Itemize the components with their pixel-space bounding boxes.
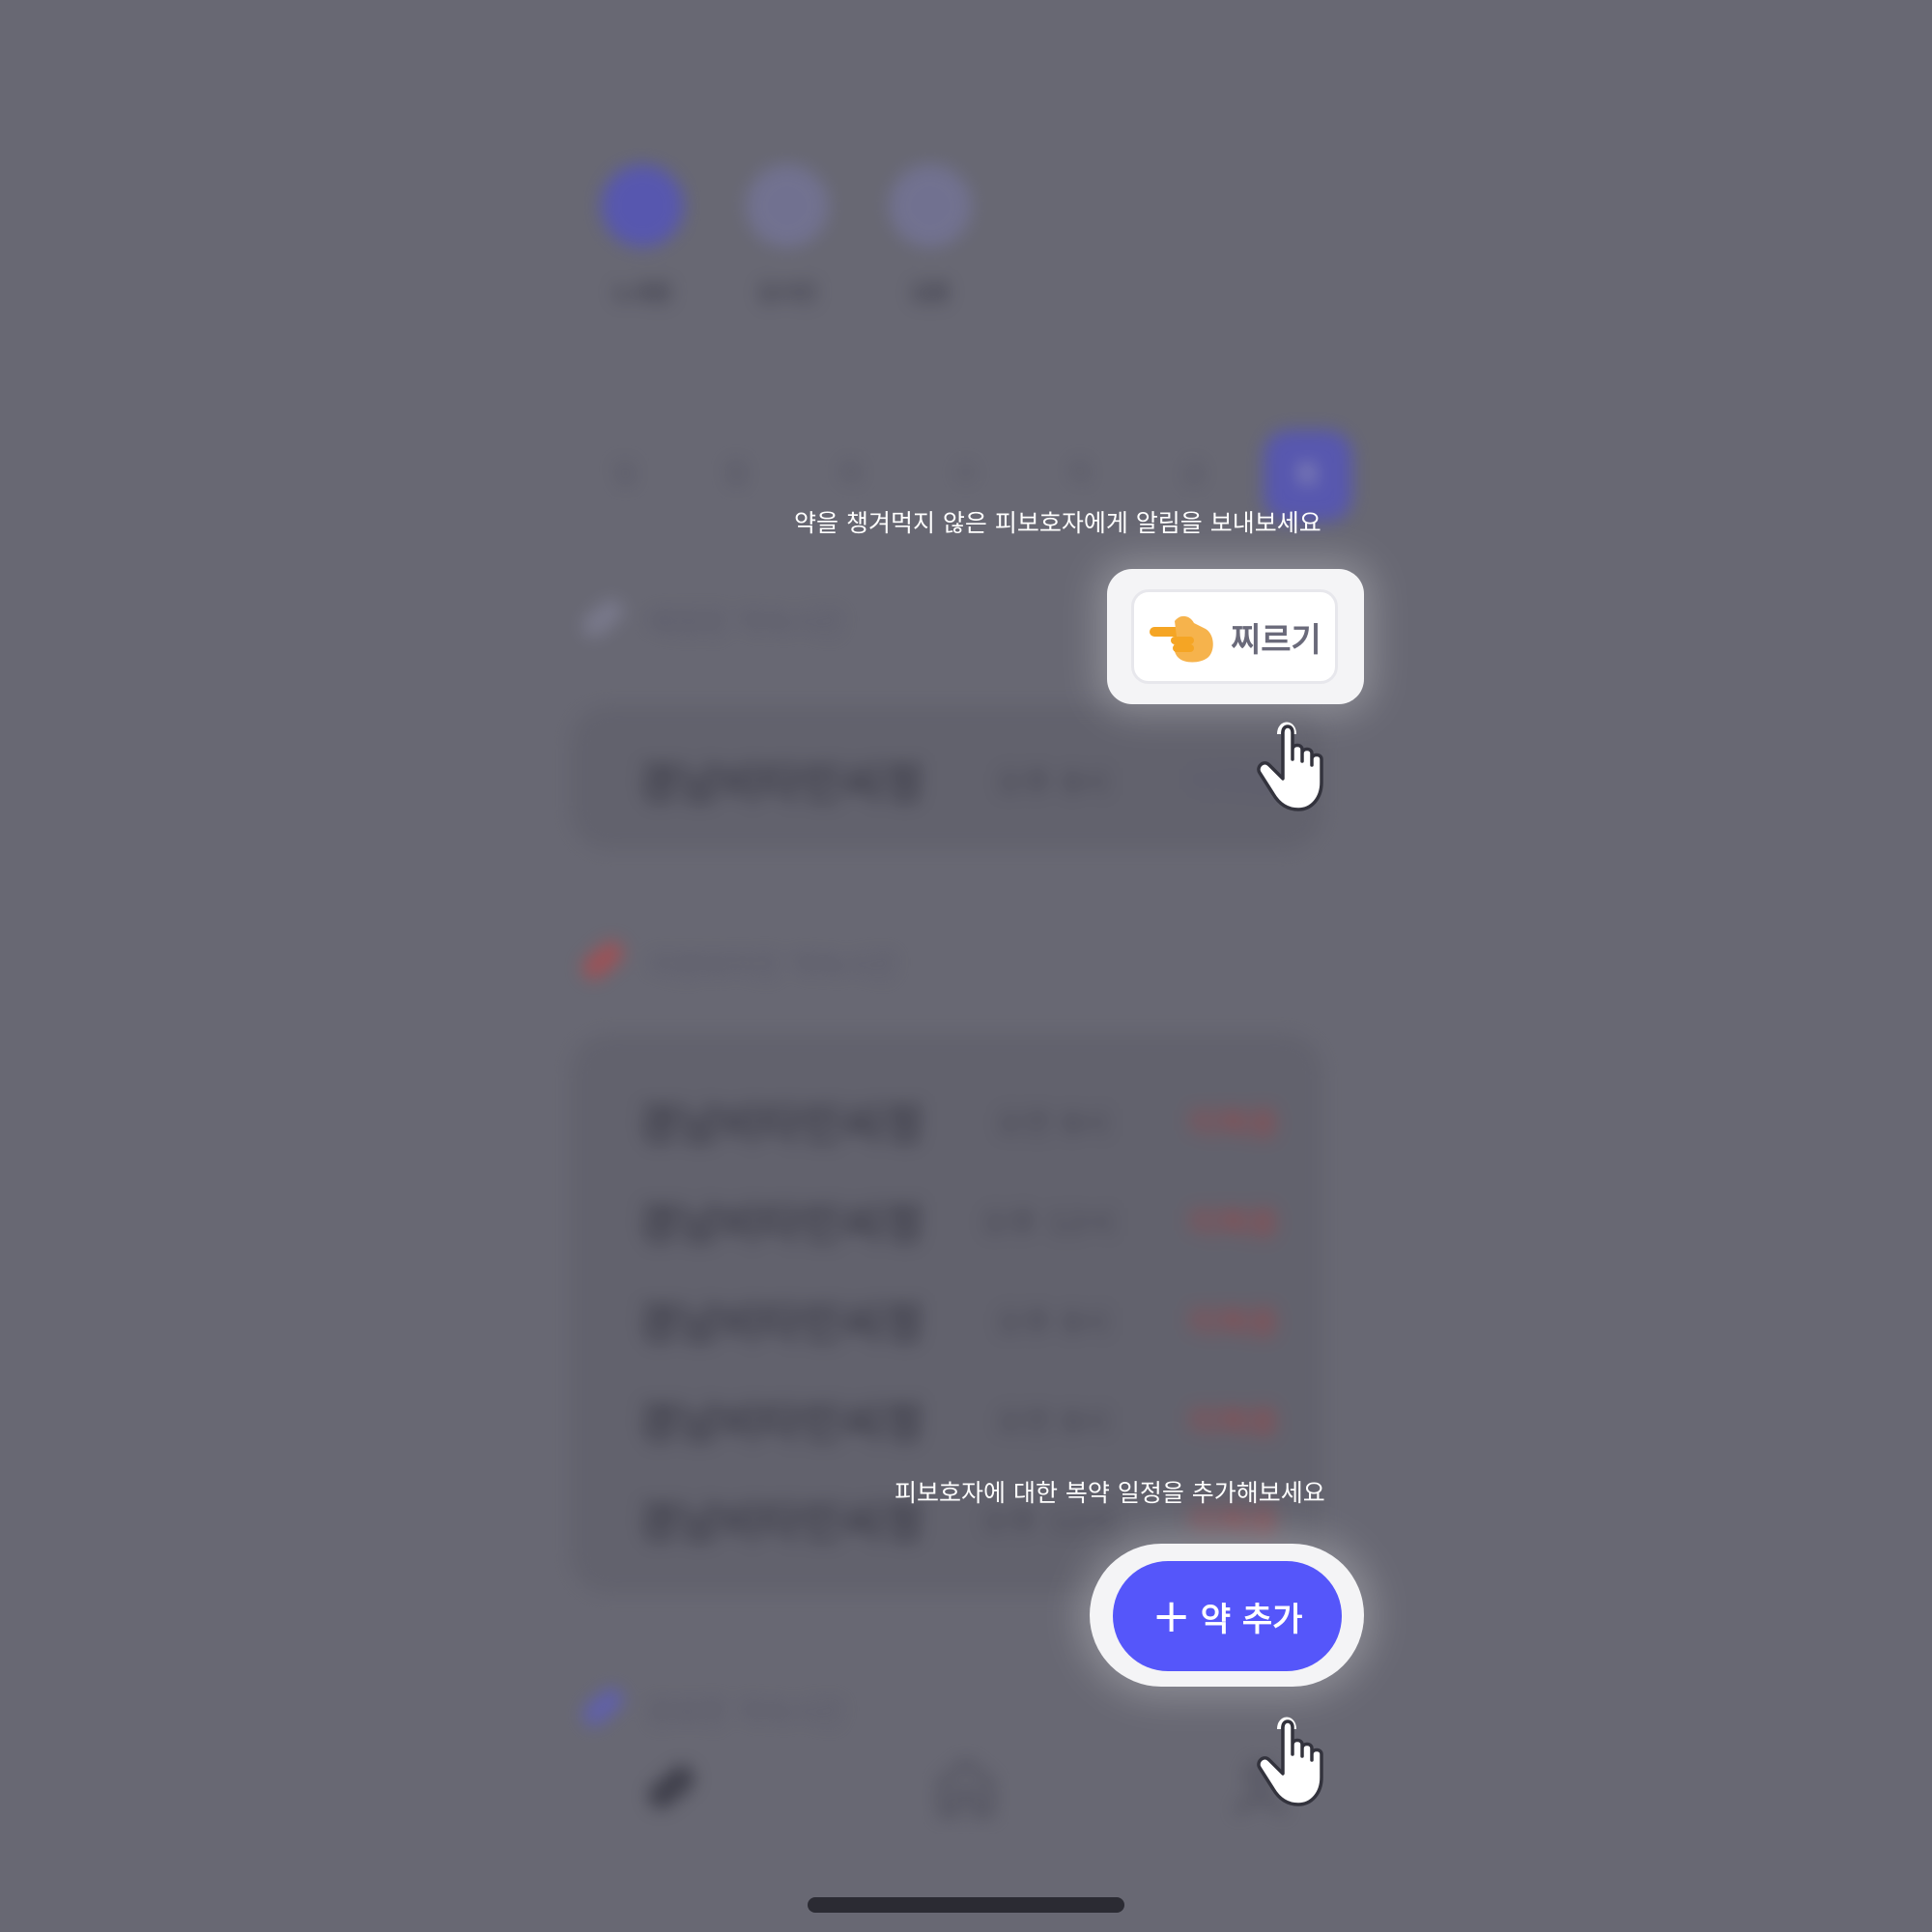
pointing-hand-icon [1148,608,1217,666]
pill-icon [577,936,629,984]
weekday-tue: 화 [839,460,863,489]
profile-avatar: 김훈 [887,164,974,307]
poke-hint-text: 약을 챙겨먹지 않은 피보호자에게 알림을 보내보세요 [794,509,1321,537]
poke-button-label: 찌르기 [1231,620,1321,660]
section-title-missed: 지연되어진 약속시간 [647,950,897,983]
add-hint-text: 피보호자에 대한 복약 일정을 추가해보세요 [895,1479,1325,1507]
table-row: 경남비타민씨정 오후 8시 미복용 [638,757,1279,810]
section-title-done: 완료한 약속시간 [647,1696,844,1730]
add-medication-button[interactable]: + 약 추가 [1113,1561,1342,1671]
home-indicator[interactable] [808,1897,1124,1913]
nav-pill-icon [638,1753,705,1821]
weekday-fri: 금 [1182,460,1206,489]
profile-avatar: 노새원 [599,164,686,307]
table-row: 경남비타민씨정 오전 8시 미복용 [638,1098,1279,1151]
section-title-scheduled: 예정된 약속시간 [647,607,844,640]
pill-icon [577,1683,629,1731]
background-app: 노새원 김서진 김훈 일 월 화 수 목 금 토 예정된 약속시간 경남비타민씨… [0,0,1932,1932]
add-medication-label: 약 추가 [1200,1600,1303,1639]
weekday-sun: 일 [613,460,637,489]
table-row: 경남비타민씨정 오후 8시 미복용 [638,1297,1279,1350]
tap-hand-icon [1254,1712,1341,1808]
poke-button[interactable]: 찌르기 [1131,589,1338,684]
tap-hand-icon [1254,717,1341,813]
table-row: 경남비타민씨정 오후 12시 미복용 [638,1198,1279,1250]
weekday-thu: 목 [1068,460,1092,489]
nav-home-icon [932,1753,1000,1821]
profile-name: 김서진 [757,282,817,306]
profile-name: 김훈 [910,282,951,306]
weekday-mon: 월 [724,460,748,489]
pill-icon [577,594,629,642]
profile-avatar: 김서진 [744,164,831,307]
profile-name: 노새원 [612,282,672,306]
plus-icon: + [1151,1589,1191,1643]
weekday-wed: 수 [954,460,978,489]
table-row: 경남비타민씨정 오전 8시 미복용 [638,1397,1279,1449]
